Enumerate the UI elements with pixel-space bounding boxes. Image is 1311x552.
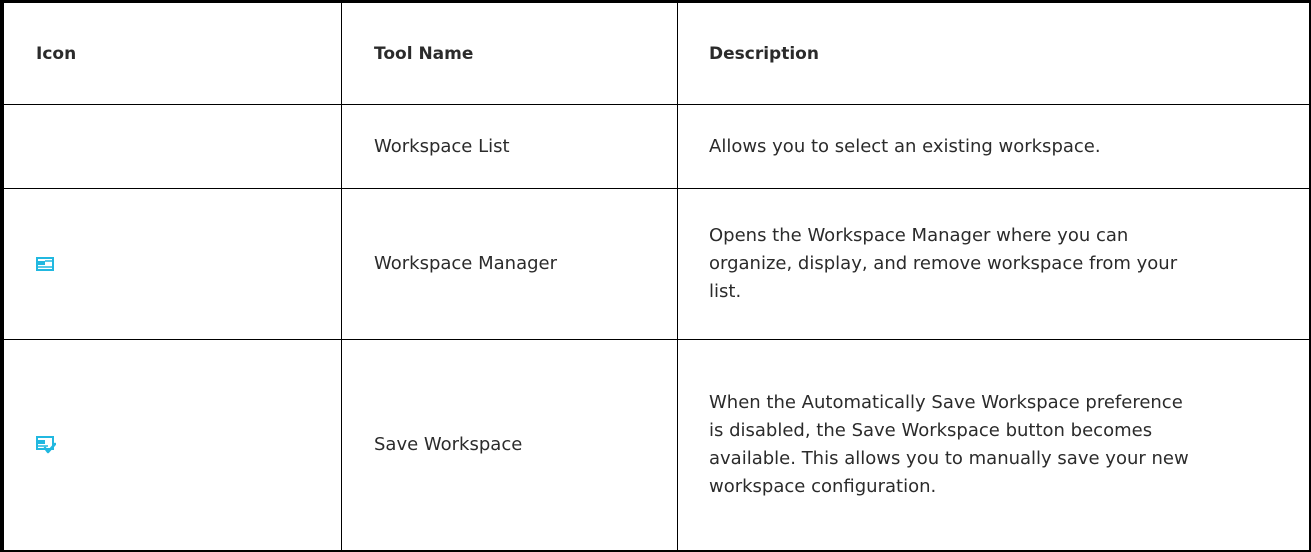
row-icon-cell [4, 340, 342, 550]
tools-table: Icon Tool Name Description Workspace Lis… [0, 0, 1311, 552]
tool-name: Workspace Manager [342, 189, 678, 339]
table-header-row: Icon Tool Name Description [4, 3, 1309, 105]
workspace-manager-icon [36, 257, 54, 271]
tool-description: When the Automatically Save Workspace pr… [709, 392, 1189, 497]
tool-name: Workspace List [342, 105, 678, 188]
table-row: Workspace Manager Opens the Workspace Ma… [4, 189, 1309, 340]
row-icon-cell [4, 105, 342, 188]
tool-description: Allows you to select an existing workspa… [709, 135, 1101, 157]
table-row: Workspace List Allows you to select an e… [4, 105, 1309, 189]
tool-name: Save Workspace [342, 340, 678, 550]
header-description: Description [709, 43, 819, 64]
tool-description: Opens the Workspace Manager where you ca… [709, 225, 1178, 302]
header-icon: Icon [4, 3, 342, 104]
table-row: Save Workspace When the Automatically Sa… [4, 340, 1309, 550]
save-workspace-icon [36, 436, 56, 454]
row-icon-cell [4, 189, 342, 339]
header-tool-name: Tool Name [342, 3, 678, 104]
